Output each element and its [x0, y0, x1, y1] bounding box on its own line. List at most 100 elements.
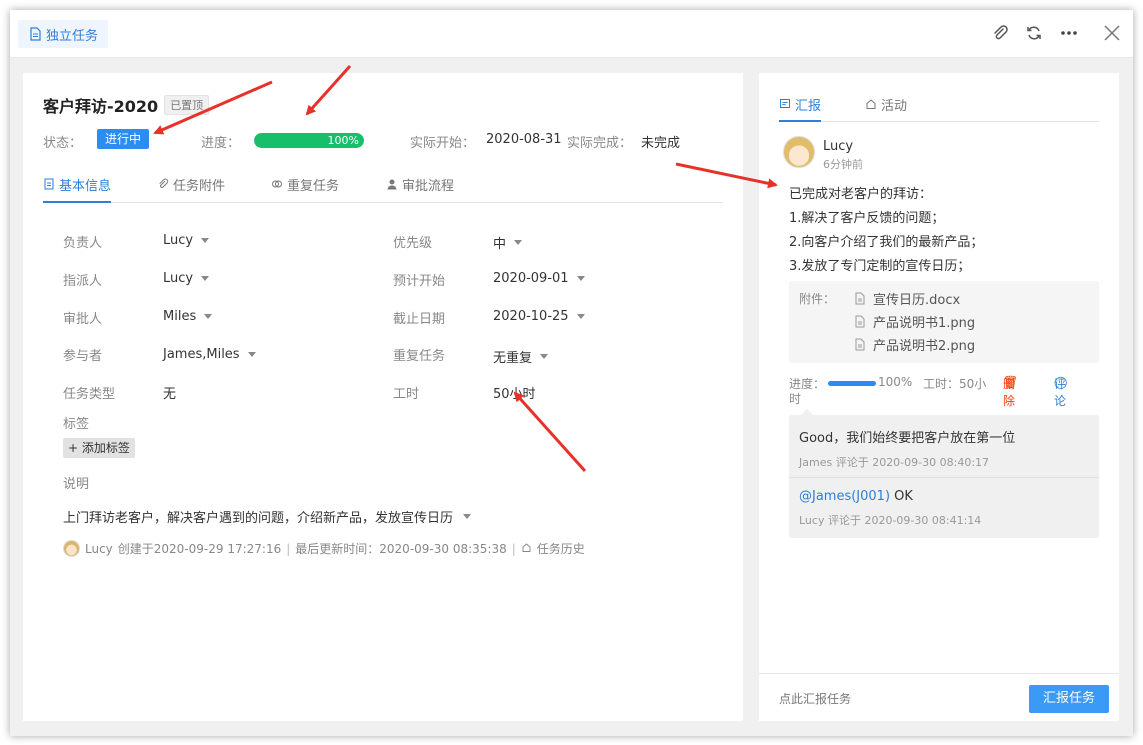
chat-icon: [780, 99, 790, 108]
attachment-item[interactable]: 宣传日历.docx: [854, 289, 960, 308]
file-icon: [855, 292, 865, 305]
add-tag-button[interactable]: + 添加标签: [63, 438, 135, 458]
tab-label: 活动: [881, 99, 908, 114]
task-type-tag: 独立任务: [18, 20, 109, 48]
task-title-row: 客户拜访-2020 已置顶: [43, 93, 210, 117]
field-task-type-value: 无: [163, 387, 177, 402]
chevron-down-icon: [201, 276, 210, 281]
file-icon: [855, 338, 865, 351]
tab-report[interactable]: 汇报: [779, 95, 822, 122]
field-due-date-select[interactable]: 2020-10-25: [493, 309, 585, 324]
tags-label: 标签: [63, 417, 90, 432]
report-panel: 汇报 活动 Lucy 6分钟前 已完成对老客户的拜访： 1.解决了客户反馈的问题…: [759, 73, 1119, 721]
task-footer-meta: Lucy 创建于2020-09-29 17:27:16 | 最后更新时间：202…: [63, 540, 585, 557]
pinned-badge: 已置顶: [164, 95, 210, 115]
report-progress-bar: [828, 381, 876, 386]
field-participants-select[interactable]: James,Miles: [163, 347, 256, 362]
progress-text: 100%: [327, 134, 359, 147]
tab-label: 基本信息: [59, 179, 112, 194]
comment-item: @James(J001) OK Lucy 评论于 2020-09-30 08:4…: [799, 489, 1089, 528]
task-meta-row: 状态： 进行中 进度： 100% 实际开始： 2020-08-31 实际完成： …: [43, 129, 723, 151]
field-task-type-label: 任务类型: [63, 387, 116, 402]
tab-approval-flow[interactable]: 审批流程: [386, 175, 454, 203]
field-hours-value: 50小时: [493, 387, 536, 402]
field-repeat-label: 重复任务: [393, 349, 446, 364]
task-type-label: 独立任务: [46, 28, 99, 44]
mention-link[interactable]: @James(J001): [799, 489, 890, 504]
field-priority-select[interactable]: 中: [493, 233, 523, 252]
comment-meta: James 评论于 2020-09-30 08:40:17: [799, 456, 990, 469]
footer-created: 创建于2020-09-29 17:27:16: [117, 542, 282, 556]
footer-user: Lucy: [85, 541, 113, 556]
comment-text: @James(J001) OK: [799, 489, 1089, 504]
tab-label: 审批流程: [402, 179, 455, 194]
attachment-item[interactable]: 产品说明书1.png: [854, 312, 975, 331]
status-label: 状态：: [43, 136, 83, 151]
report-progress-value: 100%: [878, 375, 913, 389]
field-priority-value: 中: [493, 237, 507, 252]
more-icon[interactable]: [1058, 22, 1080, 44]
field-owner-label: 负责人: [63, 236, 103, 251]
user-icon: [387, 179, 397, 190]
tab-activity[interactable]: 活动: [865, 95, 907, 122]
comments-box: Good，我们始终要把客户放在第一位 James 评论于 2020-09-30 …: [789, 409, 1099, 538]
description-text: 上门拜访老客户，解决客户遇到的问题，介绍新产品，发放宣传日历: [63, 511, 454, 526]
chevron-down-icon: [514, 240, 523, 245]
chevron-down-icon: [463, 514, 472, 519]
report-hours: 工时：50小: [923, 377, 987, 391]
report-line: 2.向客户介绍了我们的最新产品；: [789, 235, 984, 250]
field-assigner-value: Lucy: [163, 271, 194, 286]
report-line: 已完成对老客户的拜访：: [789, 187, 933, 202]
comment-meta: Lucy 评论于 2020-09-30 08:41:14: [799, 514, 982, 527]
chevron-down-icon: [576, 276, 585, 281]
chevron-down-icon: [576, 314, 585, 319]
field-repeat-select[interactable]: 无重复: [493, 347, 549, 366]
task-history-link[interactable]: 任务历史: [537, 540, 585, 557]
field-task-type[interactable]: 无: [163, 383, 176, 402]
field-owner-select[interactable]: Lucy: [163, 233, 210, 248]
report-hint[interactable]: 点此汇报任务: [779, 690, 851, 707]
actual-start-value: 2020-08-31: [486, 132, 562, 147]
attachments-box: 附件： 宣传日历.docx 产品说明书1.png 产品说明书2.png: [789, 281, 1099, 363]
attachment-item[interactable]: 产品说明书2.png: [854, 335, 975, 354]
task-detail-panel: 客户拜访-2020 已置顶 状态： 进行中 进度： 100% 实际开始： 202…: [23, 73, 743, 721]
report-stats: 进度： 100% 工时：50小 时 🗑 删除 ◯ 评论: [789, 375, 1099, 408]
tab-repeat-task[interactable]: 重复任务: [271, 175, 339, 203]
comment-body: OK: [890, 489, 913, 504]
field-approver-value: Miles: [163, 309, 197, 324]
tab-basic-info[interactable]: 基本信息: [43, 175, 112, 203]
description-label: 说明: [63, 477, 90, 492]
field-planned-start-select[interactable]: 2020-09-01: [493, 271, 585, 286]
doc-icon: [44, 178, 54, 190]
status-badge[interactable]: 进行中: [97, 129, 150, 149]
report-user: Lucy: [823, 139, 854, 154]
field-approver-select[interactable]: Miles: [163, 309, 213, 324]
chevron-down-icon: [204, 314, 213, 319]
actual-finish-value: 未完成: [641, 136, 681, 151]
field-participants-value: James,Miles: [163, 347, 240, 362]
field-owner-value: Lucy: [163, 233, 194, 248]
attachment-name: 产品说明书2.png: [873, 339, 976, 354]
delete-label: 删除: [1003, 377, 1016, 408]
report-task-button[interactable]: 汇报任务: [1029, 685, 1109, 713]
chevron-down-icon: [247, 352, 256, 357]
chevron-down-icon: [540, 354, 549, 359]
file-icon: [855, 315, 865, 328]
field-planned-start-label: 预计开始: [393, 274, 446, 289]
field-hours-label: 工时: [393, 387, 420, 402]
field-assigner-select[interactable]: Lucy: [163, 271, 210, 286]
close-icon[interactable]: [1101, 22, 1123, 44]
chevron-down-icon: [201, 238, 210, 243]
tab-label: 任务附件: [173, 179, 226, 194]
description-field[interactable]: 上门拜访老客户，解决客户遇到的问题，介绍新产品，发放宣传日历: [63, 507, 472, 526]
detail-tabs: 基本信息 任务附件 重复任务 审批流程: [43, 171, 723, 203]
paperclip-icon[interactable]: [989, 22, 1011, 44]
field-participants-label: 参与者: [63, 349, 103, 364]
attachment-name: 产品说明书1.png: [873, 316, 976, 331]
attachment-name: 宣传日历.docx: [873, 293, 961, 308]
field-repeat-value: 无重复: [493, 351, 533, 366]
tab-attachments[interactable]: 任务附件: [157, 175, 225, 203]
refresh-icon[interactable]: [1023, 22, 1045, 44]
field-planned-start-value: 2020-09-01: [493, 271, 569, 286]
field-hours[interactable]: 50小时: [493, 383, 536, 402]
